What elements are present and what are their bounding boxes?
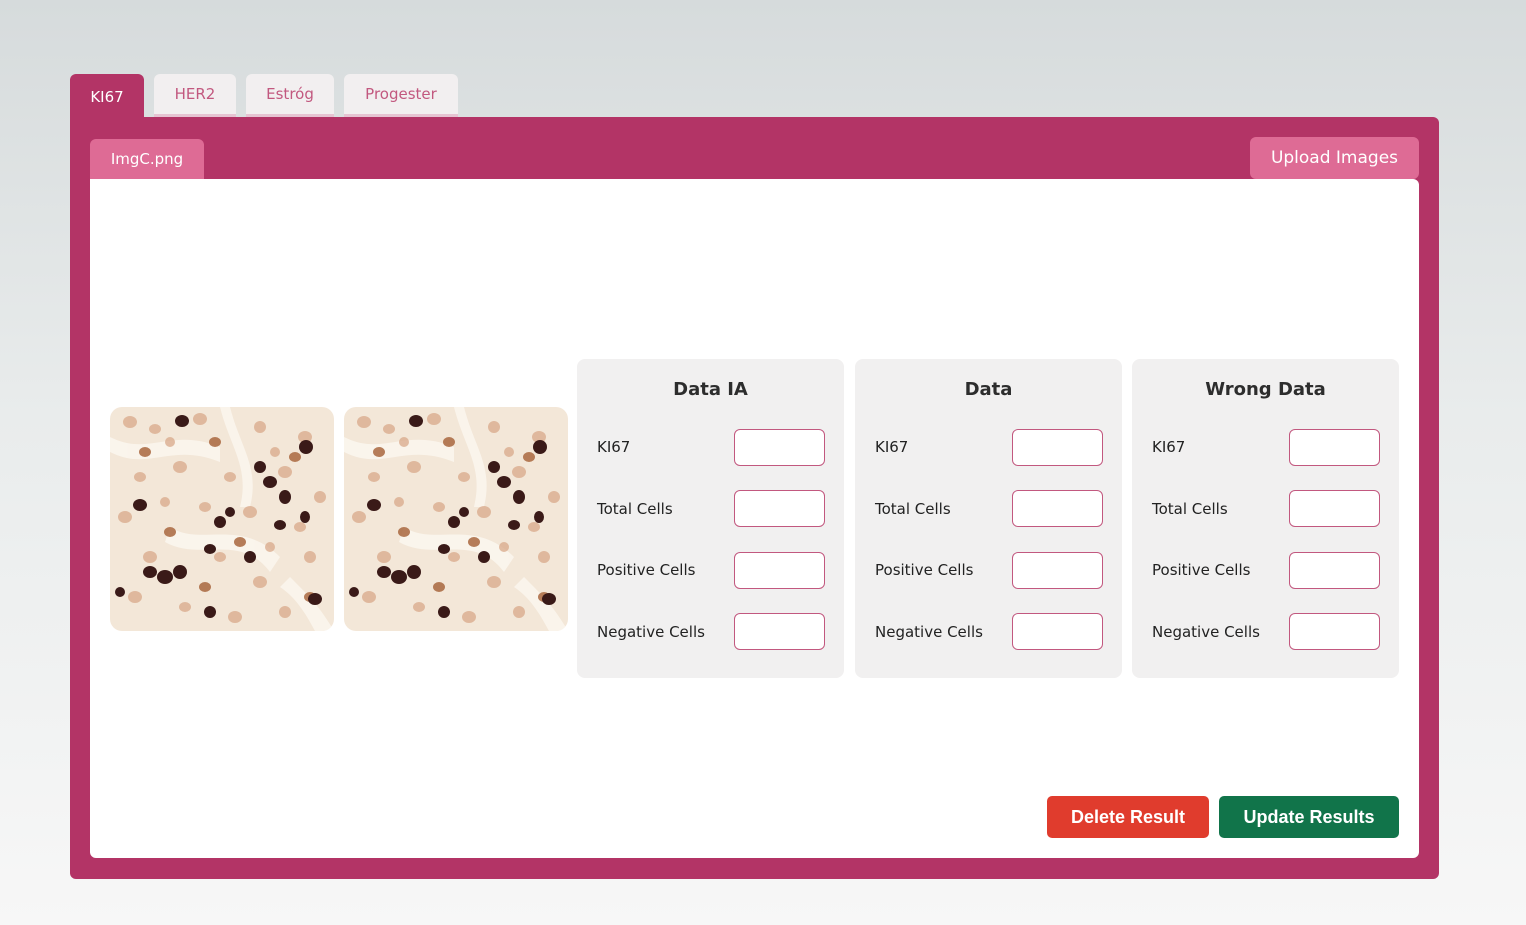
data-card: Data KI67 Total Cells Positive Cells Neg… [855, 359, 1122, 678]
ki67-label: KI67 [597, 438, 631, 456]
card-title: Data [964, 379, 1013, 400]
tab-estrog[interactable]: Estróg [246, 74, 334, 117]
negative-cells-label: Negative Cells [597, 623, 705, 641]
tissue-image-processed [344, 407, 568, 631]
wrong-data-card: Wrong Data KI67 Total Cells Positive Cel… [1132, 359, 1399, 678]
positive-cells-input[interactable] [1289, 552, 1380, 589]
positive-cells-label: Positive Cells [875, 561, 974, 579]
delete-result-button[interactable]: Delete Result [1047, 796, 1209, 838]
negative-cells-label: Negative Cells [875, 623, 983, 641]
tab-ki67[interactable]: KI67 [70, 74, 144, 119]
main-panel: ImgC.png Upload Images Data IA KI67 Tota… [70, 117, 1439, 879]
ki67-input[interactable] [734, 429, 825, 466]
negative-cells-label: Negative Cells [1152, 623, 1260, 641]
ki67-input[interactable] [1289, 429, 1380, 466]
tab-progester[interactable]: Progester [344, 74, 458, 117]
content-area: Data IA KI67 Total Cells Positive Cells … [90, 179, 1419, 858]
ki67-label: KI67 [1152, 438, 1186, 456]
negative-cells-input[interactable] [734, 613, 825, 650]
positive-cells-input[interactable] [1012, 552, 1103, 589]
total-cells-label: Total Cells [597, 500, 673, 518]
card-title: Data IA [673, 379, 748, 400]
total-cells-input[interactable] [1289, 490, 1380, 527]
total-cells-input[interactable] [1012, 490, 1103, 527]
positive-cells-label: Positive Cells [1152, 561, 1251, 579]
tissue-image-processed-graphic [344, 407, 568, 631]
card-title: Wrong Data [1205, 379, 1326, 400]
positive-cells-label: Positive Cells [597, 561, 696, 579]
ki67-label: KI67 [875, 438, 909, 456]
ki67-input[interactable] [1012, 429, 1103, 466]
data-ia-card: Data IA KI67 Total Cells Positive Cells … [577, 359, 844, 678]
total-cells-input[interactable] [734, 490, 825, 527]
positive-cells-input[interactable] [734, 552, 825, 589]
upload-images-button[interactable]: Upload Images [1250, 137, 1419, 179]
update-results-button[interactable]: Update Results [1219, 796, 1399, 838]
tissue-image-original-graphic [110, 407, 334, 631]
tissue-image-original [110, 407, 334, 631]
file-tab-imgc[interactable]: ImgC.png [90, 139, 204, 179]
total-cells-label: Total Cells [1152, 500, 1228, 518]
total-cells-label: Total Cells [875, 500, 951, 518]
tab-her2[interactable]: HER2 [154, 74, 236, 117]
negative-cells-input[interactable] [1012, 613, 1103, 650]
negative-cells-input[interactable] [1289, 613, 1380, 650]
